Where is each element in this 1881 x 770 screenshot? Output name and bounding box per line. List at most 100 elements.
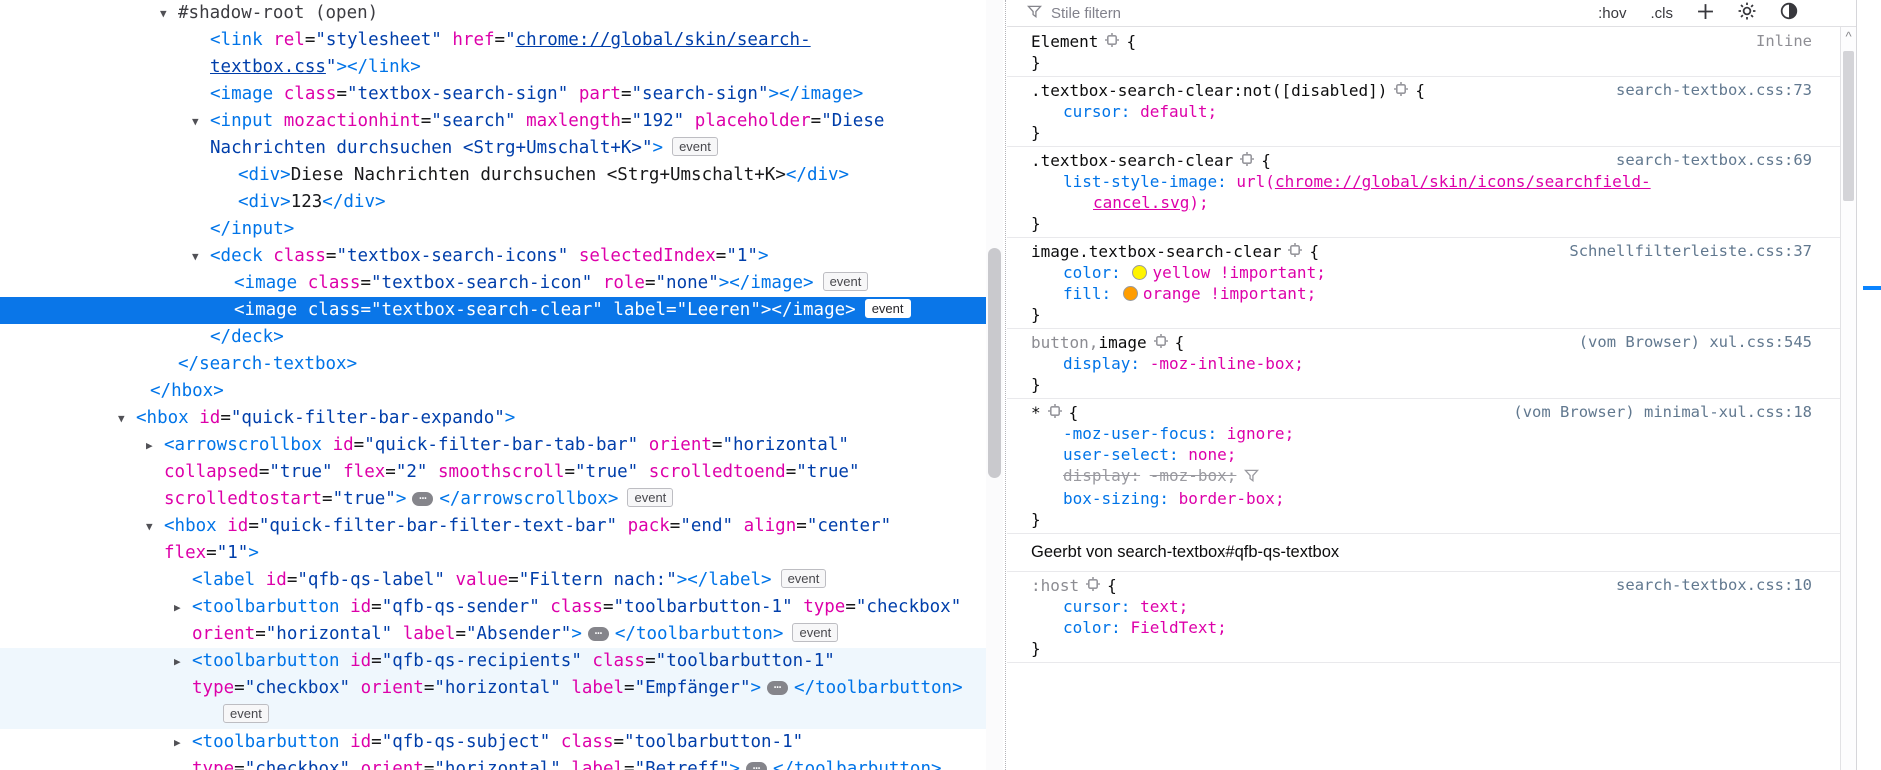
- property-name[interactable]: -moz-user-focus:: [1063, 424, 1217, 443]
- twisty-closed-icon[interactable]: ▶: [174, 729, 192, 756]
- markup-scrollbar-thumb[interactable]: [988, 248, 1001, 478]
- markup-row[interactable]: ▼ <hbox id="quick-filter-bar-expando">: [0, 405, 986, 432]
- property-value[interactable]: -moz-box;: [1150, 466, 1237, 485]
- markup-row[interactable]: ▶ <arrowscrollbox id="quick-filter-bar-ta…: [0, 432, 986, 459]
- rule-source-link[interactable]: Schnellfilterleiste.css:37: [1569, 241, 1812, 262]
- property-value[interactable]: -moz-inline-box;: [1150, 354, 1304, 373]
- markup-row[interactable]: textbox.css"></link>: [0, 54, 986, 81]
- css-declaration[interactable]: cursor: text;: [1031, 596, 1812, 617]
- event-badge[interactable]: event: [672, 137, 718, 156]
- selector-highlighter-icon[interactable]: [1394, 80, 1409, 101]
- property-name[interactable]: user-select:: [1063, 445, 1179, 464]
- css-selector[interactable]: .textbox-search-clear:not([disabled]): [1031, 80, 1387, 101]
- css-selector[interactable]: *: [1031, 402, 1041, 423]
- rule-source-link[interactable]: (vom Browser) xul.css:545: [1579, 332, 1812, 353]
- property-value[interactable]: text;: [1140, 597, 1188, 616]
- color-swatch[interactable]: [1122, 286, 1138, 301]
- markup-row[interactable]: event: [0, 702, 986, 729]
- selector-highlighter-icon[interactable]: [1047, 402, 1062, 423]
- markup-row[interactable]: </deck>: [0, 324, 986, 351]
- inline-expander-icon[interactable]: ⋯: [587, 627, 609, 641]
- property-name[interactable]: cursor:: [1063, 102, 1130, 121]
- filter-styles-input[interactable]: Stile filtern: [1051, 5, 1121, 22]
- markup-row[interactable]: <label id="qfb-qs-label" value="Filtern …: [0, 567, 986, 594]
- add-rule-button[interactable]: [1697, 3, 1714, 24]
- css-declaration[interactable]: color: FieldText;: [1031, 617, 1812, 638]
- property-value[interactable]: border-box;: [1179, 489, 1285, 508]
- markup-row[interactable]: </hbox>: [0, 378, 986, 405]
- css-declaration[interactable]: -moz-user-focus: ignore;: [1031, 423, 1812, 444]
- markup-row[interactable]: Nachrichten durchsuchen <Strg+Umschalt+K…: [0, 135, 986, 162]
- markup-row[interactable]: <div>123</div>: [0, 189, 986, 216]
- selector-highlighter-icon[interactable]: [1240, 150, 1255, 171]
- url-link[interactable]: chrome://global/skin/icons/searchfield-: [1275, 172, 1651, 191]
- property-name[interactable]: display:: [1063, 354, 1140, 373]
- property-name[interactable]: cursor:: [1063, 597, 1130, 616]
- selector-highlighter-icon[interactable]: [1153, 332, 1168, 353]
- css-selector[interactable]: :host: [1031, 575, 1079, 596]
- markup-row[interactable]: ▼ <hbox id="quick-filter-bar-filter-text-…: [0, 513, 986, 540]
- light-scheme-simulation-icon[interactable]: [1738, 2, 1756, 24]
- css-declaration[interactable]: list-style-image: url(chrome://global/sk…: [1031, 171, 1812, 192]
- markup-row[interactable]: </search-textbox>: [0, 351, 986, 378]
- inline-expander-icon[interactable]: ⋯: [412, 492, 434, 506]
- property-name[interactable]: display:: [1063, 466, 1140, 485]
- markup-row[interactable]: <image class="textbox-search-icon" role=…: [0, 270, 986, 297]
- markup-row[interactable]: <link rel="stylesheet" href="chrome://gl…: [0, 27, 986, 54]
- property-name[interactable]: box-sizing:: [1063, 489, 1169, 508]
- markup-row[interactable]: ▼ <deck class="textbox-search-icons" sele…: [0, 243, 986, 270]
- markup-row[interactable]: </input>: [0, 216, 986, 243]
- markup-row[interactable]: ▶ <toolbarbutton id="qfb-qs-recipients" c…: [0, 648, 986, 675]
- rule-source-link[interactable]: (vom Browser) minimal-xul.css:18: [1513, 402, 1812, 423]
- overridden-filter-icon[interactable]: [1244, 468, 1260, 487]
- property-value[interactable]: default;: [1140, 102, 1217, 121]
- toggle-pseudo-classes-button[interactable]: :hov: [1598, 5, 1626, 22]
- markup-row[interactable]: <div>Diese Nachrichten durchsuchen <Strg…: [0, 162, 986, 189]
- markup-row[interactable]: ▶ <toolbarbutton id="qfb-qs-subject" clas…: [0, 729, 986, 756]
- markup-row[interactable]: type="checkbox" orient="horizontal" labe…: [0, 756, 986, 770]
- rule-source-link[interactable]: Inline: [1756, 31, 1812, 52]
- markup-row[interactable]: ▶ <toolbarbutton id="qfb-qs-sender" class…: [0, 594, 986, 621]
- rule-source-link[interactable]: search-textbox.css:10: [1616, 575, 1812, 596]
- selector-highlighter-icon[interactable]: [1086, 575, 1101, 596]
- css-declaration[interactable]: fill: orange !important;: [1031, 283, 1812, 304]
- attribute-link[interactable]: textbox.css: [210, 57, 326, 77]
- property-name[interactable]: color:: [1063, 618, 1121, 637]
- markup-row[interactable]: <image class="textbox-search-sign" part=…: [0, 81, 986, 108]
- twisty-open-icon[interactable]: ▼: [118, 405, 136, 432]
- dark-scheme-simulation-icon[interactable]: [1780, 2, 1798, 24]
- property-value[interactable]: ignore;: [1227, 424, 1294, 443]
- property-name[interactable]: color:: [1063, 263, 1121, 282]
- property-name[interactable]: list-style-image:: [1063, 172, 1227, 191]
- css-declaration-wrap[interactable]: cancel.svg);: [1031, 192, 1812, 213]
- property-name[interactable]: fill:: [1063, 284, 1111, 303]
- rule-source-link[interactable]: search-textbox.css:69: [1616, 150, 1812, 171]
- twisty-closed-icon[interactable]: ▶: [174, 594, 192, 621]
- event-badge[interactable]: event: [864, 299, 911, 318]
- markup-row[interactable]: ▼ <input mozactionhint="search" maxlength…: [0, 108, 986, 135]
- twisty-open-icon[interactable]: ▼: [160, 0, 178, 27]
- event-badge[interactable]: event: [780, 569, 827, 588]
- twisty-open-icon[interactable]: ▼: [192, 243, 210, 270]
- event-badge[interactable]: event: [792, 623, 839, 642]
- css-selector[interactable]: button,: [1031, 332, 1098, 353]
- css-declaration[interactable]: cursor: default;: [1031, 101, 1812, 122]
- inline-expander-icon[interactable]: ⋯: [767, 681, 789, 695]
- scrollbar-up-arrow[interactable]: ^: [1841, 29, 1856, 44]
- markup-row[interactable]: scrolledtostart="true"> ⋯ </arrowscrollbox…: [0, 486, 986, 513]
- markup-row[interactable]: orient="horizontal" label="Absender"> ⋯ </…: [0, 621, 986, 648]
- url-link[interactable]: cancel.svg: [1093, 193, 1189, 212]
- markup-row-selected[interactable]: <image class="textbox-search-clear" labe…: [0, 297, 986, 324]
- event-badge[interactable]: event: [223, 704, 269, 723]
- inline-expander-icon[interactable]: ⋯: [745, 762, 767, 770]
- attribute-link[interactable]: chrome://global/skin/search-: [516, 30, 811, 50]
- css-selector[interactable]: image.textbox-search-clear: [1031, 241, 1281, 262]
- twisty-open-icon[interactable]: ▼: [146, 513, 164, 540]
- css-declaration[interactable]: user-select: none;: [1031, 444, 1812, 465]
- selector-highlighter-icon[interactable]: [1105, 31, 1120, 52]
- css-declaration[interactable]: display: -moz-inline-box;: [1031, 353, 1812, 374]
- property-value[interactable]: none;: [1188, 445, 1236, 464]
- css-selector[interactable]: .textbox-search-clear: [1031, 150, 1233, 171]
- markup-row[interactable]: collapsed="true" flex="2" smoothscroll="…: [0, 459, 986, 486]
- markup-row[interactable]: type="checkbox" orient="horizontal" labe…: [0, 675, 986, 702]
